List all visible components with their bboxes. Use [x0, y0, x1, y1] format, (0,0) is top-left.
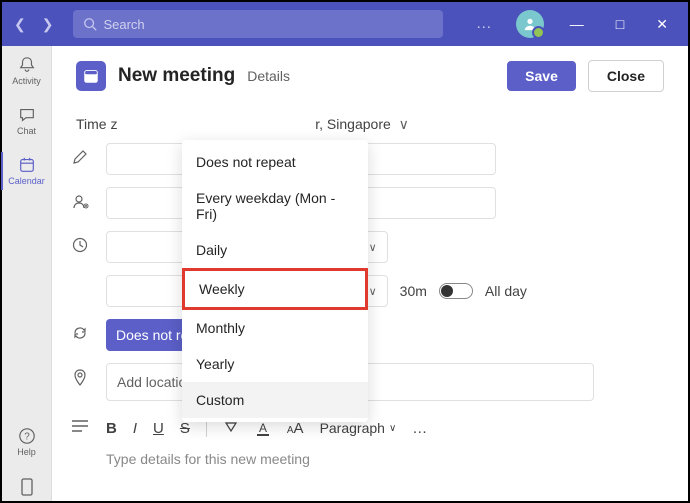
underline-button[interactable]: U	[153, 420, 164, 437]
nav-forward[interactable]: ❯	[38, 16, 58, 33]
allday-toggle[interactable]	[439, 283, 473, 299]
repeat-option-custom[interactable]: Custom	[182, 382, 368, 418]
font-size-button[interactable]: AA	[287, 420, 304, 437]
page-title: New meeting	[118, 65, 235, 87]
app-sidebar: Activity Chat Calendar ? Help	[2, 46, 52, 501]
font-color-button[interactable]: A	[255, 420, 271, 436]
nav-back[interactable]: ❮	[10, 16, 30, 33]
repeat-option-weekly[interactable]: Weekly	[182, 268, 368, 310]
timezone-prefix: Time z	[76, 116, 117, 132]
svg-text:A: A	[259, 421, 267, 435]
sidebar-item-activity[interactable]: Activity	[2, 52, 51, 90]
repeat-option-weekday[interactable]: Every weekday (Mon - Fri)	[182, 180, 368, 232]
description-icon	[72, 413, 92, 433]
chevron-down-icon: ∨	[369, 285, 377, 298]
search-box[interactable]	[73, 10, 443, 38]
repeat-option-none[interactable]: Does not repeat	[182, 144, 368, 180]
close-button[interactable]: Close	[588, 60, 664, 92]
bell-icon	[18, 56, 36, 74]
title-bar: ❮ ❯ … — □ ✕	[2, 2, 688, 46]
help-icon: ?	[18, 427, 36, 445]
paragraph-dropdown[interactable]: Paragraph ∨	[320, 420, 397, 436]
sidebar-item-chat[interactable]: Chat	[2, 102, 51, 140]
window-maximize[interactable]: □	[604, 16, 636, 32]
chevron-down-icon: ∨	[369, 241, 377, 254]
repeat-icon	[72, 319, 92, 341]
allday-label: All day	[485, 283, 527, 299]
italic-button[interactable]: I	[133, 420, 137, 437]
window-minimize[interactable]: —	[558, 16, 596, 32]
avatar[interactable]	[516, 10, 544, 38]
duration-label: 30m	[400, 283, 427, 299]
search-input[interactable]	[103, 17, 433, 32]
repeat-option-daily[interactable]: Daily	[182, 232, 368, 268]
sidebar-label: Calendar	[8, 176, 45, 186]
details-tab[interactable]: Details	[247, 68, 290, 84]
timezone-row[interactable]: Time z r, Singapore ∨	[76, 110, 664, 143]
more-menu[interactable]: …	[468, 15, 502, 33]
location-icon	[72, 363, 92, 387]
more-format-button[interactable]: …	[412, 420, 427, 437]
timezone-suffix: r, Singapore	[315, 116, 391, 132]
clock-icon	[72, 231, 92, 253]
pencil-icon	[72, 143, 92, 165]
save-button[interactable]: Save	[507, 61, 576, 91]
repeat-options-menu: Does not repeat Every weekday (Mon - Fri…	[182, 140, 368, 422]
strikethrough-button[interactable]: S	[180, 420, 190, 437]
chevron-down-icon: ∨	[399, 116, 409, 132]
sidebar-item-help[interactable]: ? Help	[2, 423, 51, 461]
people-icon	[72, 187, 92, 211]
calendar-icon	[18, 156, 36, 174]
window-close[interactable]: ✕	[644, 16, 680, 33]
sidebar-label: Help	[17, 447, 36, 457]
chat-icon	[18, 106, 36, 124]
chevron-down-icon: ∨	[389, 423, 396, 434]
highlight-button[interactable]	[223, 420, 239, 436]
sidebar-label: Activity	[12, 76, 41, 86]
sidebar-item-device[interactable]	[2, 473, 51, 501]
person-icon	[523, 17, 537, 31]
calendar-badge-icon	[76, 61, 106, 91]
repeat-option-monthly[interactable]: Monthly	[182, 310, 368, 346]
svg-text:?: ?	[24, 432, 30, 443]
repeat-option-yearly[interactable]: Yearly	[182, 346, 368, 382]
bold-button[interactable]: B	[106, 420, 117, 437]
sidebar-item-calendar[interactable]: Calendar	[1, 152, 50, 190]
device-icon	[20, 477, 34, 497]
details-textarea[interactable]: Type details for this new meeting	[106, 443, 664, 467]
sidebar-label: Chat	[17, 126, 36, 136]
search-icon	[83, 17, 97, 31]
meeting-form: New meeting Details Save Close Time z r,…	[52, 46, 688, 501]
